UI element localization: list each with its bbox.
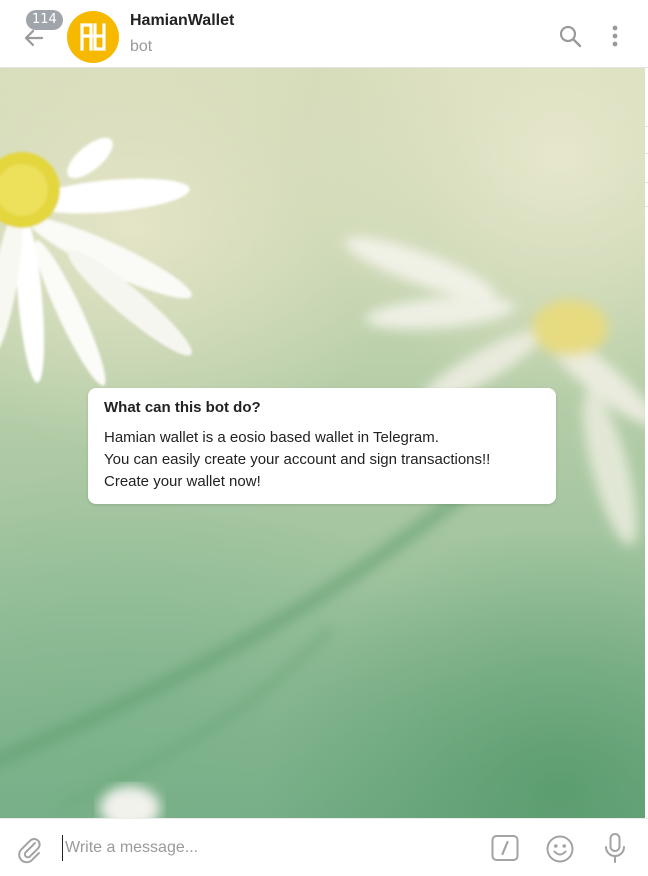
emoji-icon [546, 835, 574, 863]
paperclip-icon [18, 838, 41, 864]
voice-record-button[interactable] [600, 831, 630, 865]
chat-title[interactable]: HamianWallet [130, 12, 234, 30]
bot-description-card: What can this bot do? Hamian wallet is a… [88, 388, 556, 504]
search-button[interactable] [556, 22, 584, 50]
hamian-logo-icon [80, 23, 106, 51]
unread-badge: 114 [26, 10, 63, 30]
microphone-icon [605, 833, 625, 863]
message-input[interactable] [62, 835, 472, 861]
bot-description-line: Create your wallet now! [104, 473, 261, 490]
chat-header: 114 HamianWallet bot [0, 0, 648, 68]
bot-commands-button[interactable] [490, 833, 520, 863]
message-composer [0, 818, 648, 876]
chat-status: bot [130, 38, 153, 55]
bot-commands-icon [491, 835, 519, 861]
chat-area: What can this bot do? Hamian wallet is a… [0, 68, 645, 818]
bot-description-heading: What can this bot do? [104, 399, 261, 416]
search-icon [559, 25, 582, 48]
bot-description-line: Hamian wallet is a eosio based wallet in… [104, 429, 439, 446]
emoji-button[interactable] [544, 833, 576, 865]
bot-description-line: You can easily create your account and s… [104, 451, 491, 468]
more-menu-button[interactable] [603, 22, 627, 50]
avatar[interactable] [67, 11, 119, 63]
attach-button[interactable] [14, 834, 44, 864]
more-vertical-icon [612, 25, 618, 47]
